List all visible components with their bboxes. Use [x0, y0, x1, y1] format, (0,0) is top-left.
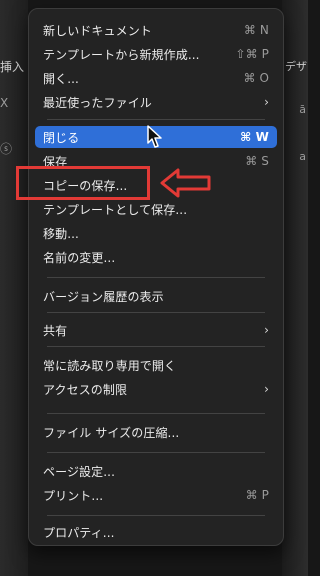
- menu-item-rename[interactable]: 名前の変更...: [35, 246, 277, 268]
- menu-item-label: 共有: [43, 323, 68, 338]
- design-tab-label: デザ: [285, 60, 307, 73]
- menu-item-label: 開く...: [43, 71, 79, 86]
- background-right-panel: [282, 0, 308, 576]
- menu-item-label: 移動...: [43, 226, 79, 241]
- menu-item-properties[interactable]: プロパティ...: [35, 521, 277, 543]
- menu-divider: [47, 277, 265, 278]
- menu-item-label: 名前の変更...: [43, 250, 116, 265]
- menu-item-page-setup[interactable]: ページ設定...: [35, 460, 277, 482]
- menu-item-label: 新しいドキュメント: [43, 23, 152, 38]
- menu-item-shortcut: ⌘ S: [245, 154, 269, 168]
- menu-item-label: テンプレートから新規作成...: [43, 47, 200, 62]
- menu-item-print[interactable]: プリント... ⌘ P: [35, 484, 277, 506]
- menu-item-shortcut: ⌘ N: [243, 23, 269, 37]
- menu-item-move[interactable]: 移動...: [35, 222, 277, 244]
- menu-divider: [47, 119, 265, 120]
- menu-item-label: ファイル サイズの圧縮...: [43, 425, 180, 440]
- menu-item-label: アクセスの制限: [43, 382, 128, 397]
- menu-item-label: ページ設定...: [43, 464, 116, 479]
- highlight-box: [16, 166, 150, 200]
- menu-item-save-as-template[interactable]: テンプレートとして保存...: [35, 198, 277, 220]
- background-left-panel: [0, 0, 28, 576]
- menu-item-open-recent[interactable]: 最近使ったファイル ›: [35, 91, 277, 113]
- menu-item-label: プロパティ...: [43, 525, 115, 540]
- menu-item-shortcut: ⌘ O: [243, 71, 269, 85]
- menu-item-label: プリント...: [43, 488, 104, 503]
- menu-item-new-document[interactable]: 新しいドキュメント ⌘ N: [35, 19, 277, 41]
- menu-item-label: バージョン履歴の表示: [43, 289, 164, 304]
- file-menu: 新しいドキュメント ⌘ N テンプレートから新規作成... ⇧⌘ P 開く...…: [28, 8, 284, 546]
- chevron-right-icon: ›: [264, 323, 269, 337]
- menu-divider: [47, 346, 265, 347]
- menu-item-open[interactable]: 開く... ⌘ O: [35, 67, 277, 89]
- menu-item-always-open-read-only[interactable]: 常に読み取り専用で開く: [35, 354, 277, 376]
- chevron-right-icon: ›: [264, 95, 269, 109]
- background-mark-right-2: a: [299, 150, 306, 163]
- background-mark-left-2: ⓢ: [0, 142, 13, 156]
- left-arrow-annotation-icon: [160, 168, 211, 198]
- menu-item-share[interactable]: 共有 ›: [35, 319, 277, 341]
- menu-item-reduce-file-size[interactable]: ファイル サイズの圧縮...: [35, 421, 277, 443]
- menu-divider: [47, 312, 265, 313]
- menu-item-label: 閉じる: [43, 130, 80, 145]
- menu-item-restrict-access[interactable]: アクセスの制限 ›: [35, 378, 277, 400]
- menu-divider: [47, 413, 265, 414]
- menu-divider: [47, 452, 265, 453]
- menu-item-label: 常に読み取り専用で開く: [43, 358, 177, 373]
- mouse-pointer-icon: [147, 125, 162, 148]
- menu-divider: [47, 515, 265, 516]
- menu-item-label: 最近使ったファイル: [43, 95, 152, 110]
- background-mark-right-1: ā: [299, 103, 306, 116]
- chevron-right-icon: ›: [264, 382, 269, 396]
- insert-tab-label: 挿入: [0, 60, 25, 74]
- menu-item-new-from-template[interactable]: テンプレートから新規作成... ⇧⌘ P: [35, 43, 277, 65]
- menu-item-shortcut: ⌘ W: [240, 130, 269, 144]
- menu-item-shortcut: ⌘ P: [245, 488, 269, 502]
- menu-item-version-history[interactable]: バージョン履歴の表示: [35, 285, 277, 307]
- menu-item-shortcut: ⇧⌘ P: [235, 47, 269, 61]
- background-mark-left-1: X: [0, 96, 9, 110]
- menu-item-label: テンプレートとして保存...: [43, 202, 188, 217]
